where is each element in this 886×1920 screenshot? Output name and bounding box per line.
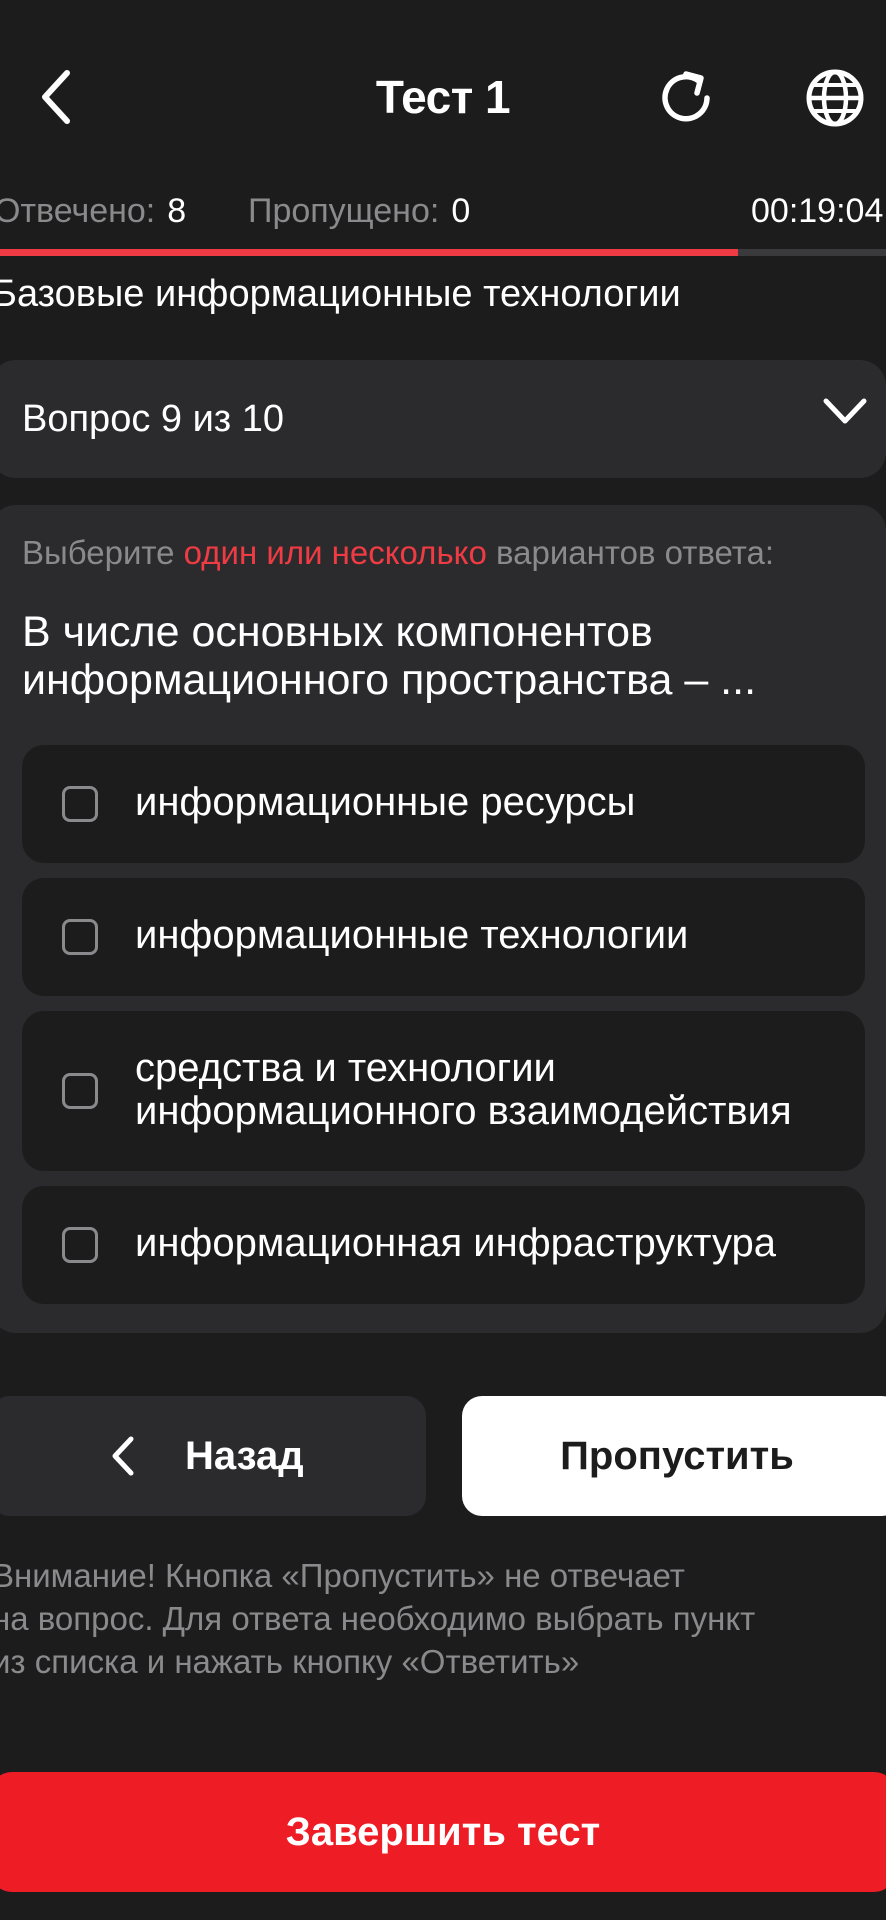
- chevron-down-icon: [823, 398, 867, 424]
- skip-label: Пропустить: [560, 1434, 794, 1478]
- warning-line: на вопрос. Для ответа необходимо выбрать…: [0, 1600, 756, 1637]
- checkbox[interactable]: [62, 1227, 98, 1263]
- finish-test-label: Завершить тест: [285, 1810, 601, 1854]
- option-label: информационные технологии: [135, 913, 689, 957]
- reload-icon: [662, 71, 710, 122]
- answer-option[interactable]: информационная инфраструктура: [22, 1186, 865, 1304]
- finish-test-button[interactable]: Завершить тест: [0, 1772, 886, 1892]
- back-nav-button[interactable]: Назад: [0, 1396, 426, 1516]
- warning-line: Внимание! Кнопка «Пропустить» не отвечае…: [0, 1557, 685, 1594]
- skip-button[interactable]: Пропустить: [462, 1396, 886, 1516]
- answered-label: Отвечено:: [0, 192, 156, 230]
- globe-icon: [806, 69, 864, 127]
- progress-fill: [0, 249, 739, 256]
- warning-text: Внимание! Кнопка «Пропустить» не отвечае…: [0, 1554, 872, 1683]
- option-label: средства и технологии информационного вз…: [135, 1046, 792, 1133]
- reload-button[interactable]: [650, 62, 722, 134]
- answered-stat: Отвечено: 8: [0, 188, 186, 234]
- progress-bar: [0, 249, 886, 256]
- checkbox[interactable]: [62, 1073, 98, 1109]
- option-label: информационные ресурсы: [135, 780, 636, 824]
- answered-value: 8: [167, 192, 187, 230]
- hint-prefix: Выберите: [22, 534, 184, 571]
- hint-accent: один или несколько: [183, 534, 487, 571]
- answer-option[interactable]: информационные технологии: [22, 878, 865, 996]
- checkbox[interactable]: [62, 919, 98, 955]
- answer-hint: Выберите один или несколько вариантов от…: [22, 530, 774, 576]
- back-nav-label: Назад: [185, 1434, 304, 1478]
- language-button[interactable]: [800, 62, 870, 134]
- page-title: Тест 1: [375, 71, 511, 123]
- skipped-label: Пропущено:: [248, 192, 440, 230]
- answer-option[interactable]: информационные ресурсы: [22, 745, 865, 863]
- hint-suffix: вариантов ответа:: [486, 534, 775, 571]
- question-selector[interactable]: Вопрос 9 из 10: [0, 360, 886, 478]
- skipped-stat: Пропущено: 0: [248, 188, 470, 234]
- timer: 00:19:04: [751, 192, 884, 230]
- option-label: информационная инфраструктура: [135, 1221, 776, 1265]
- warning-line: из списка и нажать кнопку «Ответить»: [0, 1643, 580, 1680]
- question-selector-label: Вопрос 9 из 10: [22, 397, 285, 440]
- category-title: Базовые информационные технологии: [0, 273, 681, 315]
- skipped-value: 0: [451, 192, 471, 230]
- checkbox[interactable]: [62, 786, 98, 822]
- chevron-left-icon: [112, 1436, 134, 1476]
- question-text: В числе основных компонентов информацион…: [22, 608, 757, 704]
- answer-option[interactable]: средства и технологии информационного вз…: [22, 1011, 865, 1171]
